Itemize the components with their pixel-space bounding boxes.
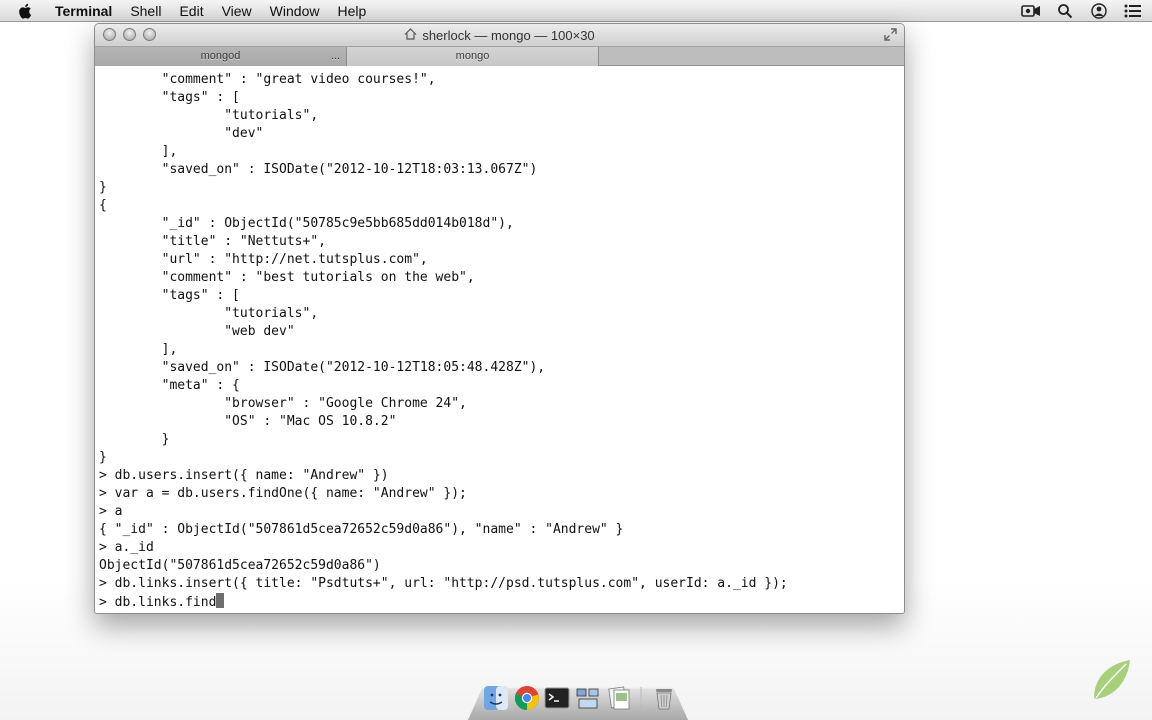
console-line: ], bbox=[99, 342, 178, 357]
apple-icon[interactable] bbox=[18, 0, 38, 22]
console-line: > a._id bbox=[99, 540, 154, 555]
tab-bar: mongod ... mongo bbox=[95, 46, 904, 66]
console-line: "title" : "Nettuts+", bbox=[99, 234, 326, 249]
prompt-input[interactable]: > db.links.find bbox=[99, 595, 216, 610]
terminal-output[interactable]: "comment" : "great video courses!", "tag… bbox=[95, 66, 904, 613]
console-line: "tags" : [ bbox=[99, 90, 240, 105]
console-line: "dev" bbox=[99, 126, 264, 141]
console-line: ], bbox=[99, 144, 178, 159]
separator bbox=[635, 684, 647, 712]
tab-mongod[interactable]: mongod ... bbox=[95, 47, 347, 66]
menu-window[interactable]: Window bbox=[261, 0, 329, 22]
menu-app-terminal[interactable]: Terminal bbox=[46, 0, 121, 22]
mission-control-icon[interactable] bbox=[574, 684, 602, 712]
preview-icon[interactable] bbox=[605, 684, 633, 712]
console-line: } bbox=[99, 180, 107, 195]
terminal-window: sherlock — mongo — 100×30 mongod ... mon… bbox=[94, 23, 905, 614]
console-line: "tutorials", bbox=[99, 306, 319, 321]
terminal-icon[interactable] bbox=[543, 684, 571, 712]
console-line: ObjectId("507861d5cea72652c59d0a86") bbox=[99, 558, 381, 573]
window-title: sherlock — mongo — 100×30 bbox=[404, 27, 595, 43]
console-line: } bbox=[99, 432, 170, 447]
window-titlebar[interactable]: sherlock — mongo — 100×30 bbox=[95, 24, 904, 46]
fullscreen-icon[interactable] bbox=[883, 27, 898, 42]
console-line: { "_id" : ObjectId("507861d5cea72652c59d… bbox=[99, 522, 624, 537]
menu-shell[interactable]: Shell bbox=[121, 0, 170, 22]
tab-mongod-label: mongod bbox=[200, 50, 241, 62]
menu-extras bbox=[1020, 0, 1144, 22]
home-icon bbox=[404, 27, 417, 43]
console-line: > a bbox=[99, 504, 123, 519]
search-icon[interactable] bbox=[1054, 2, 1076, 20]
console-line: "tutorials", bbox=[99, 108, 319, 123]
leaf-logo bbox=[1090, 656, 1134, 702]
minimize-button[interactable] bbox=[123, 28, 136, 41]
console-line: "_id" : ObjectId("50785c9e5bb685dd014b01… bbox=[99, 216, 514, 231]
console-line: "browser" : "Google Chrome 24", bbox=[99, 396, 467, 411]
chrome-icon[interactable] bbox=[513, 684, 541, 712]
window-controls bbox=[103, 28, 156, 41]
console-line: "saved_on" : ISODate("2012-10-12T18:03:1… bbox=[99, 162, 538, 177]
user-icon[interactable] bbox=[1088, 2, 1110, 20]
text-cursor bbox=[216, 593, 225, 608]
tab-mongod-ellipsis: ... bbox=[330, 50, 340, 62]
menu-help[interactable]: Help bbox=[328, 0, 375, 22]
console-line: > db.links.insert({ title: "Psdtuts+", u… bbox=[99, 576, 788, 591]
tab-mongo[interactable]: mongo bbox=[347, 47, 599, 66]
menu-bar: Terminal Shell Edit View Window Help bbox=[0, 0, 1152, 22]
dock bbox=[482, 683, 678, 713]
console-line: "comment" : "great video courses!", bbox=[99, 72, 436, 87]
console-line: "tags" : [ bbox=[99, 288, 240, 303]
trash-icon[interactable] bbox=[650, 684, 678, 712]
console-line: { bbox=[99, 198, 107, 213]
console-line: "comment" : "best tutorials on the web", bbox=[99, 270, 475, 285]
console-line: "saved_on" : ISODate("2012-10-12T18:05:4… bbox=[99, 360, 546, 375]
console-prompt-line[interactable]: > db.links.find bbox=[99, 593, 904, 611]
zoom-button[interactable] bbox=[143, 28, 156, 41]
window-title-text: sherlock — mongo — 100×30 bbox=[422, 27, 595, 43]
console-line: "web dev" bbox=[99, 324, 295, 339]
notification-list-icon[interactable] bbox=[1122, 2, 1144, 20]
console-line: "meta" : { bbox=[99, 378, 240, 393]
console-line: > var a = db.users.findOne({ name: "Andr… bbox=[99, 486, 467, 501]
tab-mongo-label: mongo bbox=[455, 50, 490, 62]
video-camera-icon[interactable] bbox=[1020, 2, 1042, 20]
console-line: } bbox=[99, 450, 107, 465]
console-line: > db.users.insert({ name: "Andrew" }) bbox=[99, 468, 389, 483]
console-line: "url" : "http://net.tutsplus.com", bbox=[99, 252, 428, 267]
menu-edit[interactable]: Edit bbox=[170, 0, 212, 22]
menu-view[interactable]: View bbox=[213, 0, 261, 22]
console-line: "OS" : "Mac OS 10.8.2" bbox=[99, 414, 397, 429]
close-button[interactable] bbox=[103, 28, 116, 41]
finder-icon[interactable] bbox=[482, 684, 510, 712]
